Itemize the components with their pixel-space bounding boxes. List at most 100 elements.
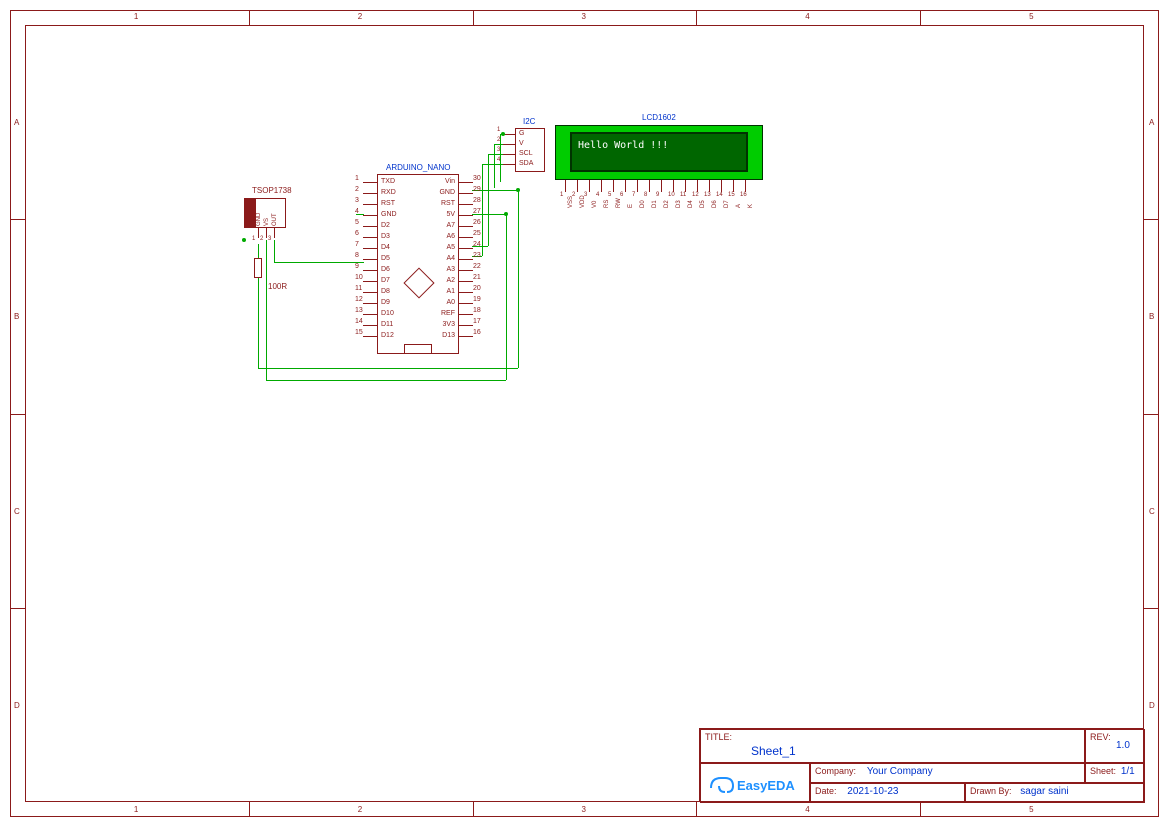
ard-r-name-8: A3 xyxy=(446,266,455,273)
lcd-pinname-7: D1 xyxy=(652,200,658,208)
lcd-pinname-9: D3 xyxy=(676,200,682,208)
ruler-left-B: B xyxy=(14,312,19,321)
lcd-pinname-8: D2 xyxy=(664,200,670,208)
lcd-num-4: 5 xyxy=(608,192,611,198)
i2c-name-3: SDA xyxy=(519,160,533,167)
ard-l-stub-8 xyxy=(363,270,377,271)
ruler-bottom-3: 3 xyxy=(582,805,586,814)
ard-r-num-14: 16 xyxy=(473,329,481,336)
w-out-v xyxy=(274,240,275,262)
lcd-pinname-10: D4 xyxy=(688,200,694,208)
ard-r-num-0: 30 xyxy=(473,175,481,182)
w-gnd-v2 xyxy=(518,190,519,368)
ard-l-stub-3 xyxy=(363,215,377,216)
ard-l-name-11: D9 xyxy=(381,299,390,306)
tb-title-cell: TITLE: Sheet_1 xyxy=(700,729,1085,763)
tb-date-label: Date: xyxy=(815,786,837,796)
w-5v-h1 xyxy=(266,380,506,381)
tsop-pin2-label: VS xyxy=(264,218,270,226)
lcd-stub-12 xyxy=(709,180,710,192)
ard-l-name-12: D10 xyxy=(381,310,394,317)
lcd-stub-10 xyxy=(685,180,686,192)
i2c-stub-1 xyxy=(503,144,515,145)
ard-r-name-6: A5 xyxy=(446,244,455,251)
ard-l-stub-7 xyxy=(363,259,377,260)
ruler-bottom-5: 5 xyxy=(1029,805,1033,814)
titleblock: TITLE: Sheet_1 REV: 1.0 EasyEDA Company:… xyxy=(699,728,1144,802)
ard-l-name-3: GND xyxy=(381,211,397,218)
tb-logo-cell: EasyEDA xyxy=(700,763,810,803)
ard-l-stub-4 xyxy=(363,226,377,227)
ruler-top-2: 2 xyxy=(358,12,362,21)
ard-r-stub-14 xyxy=(459,336,473,337)
lcd-num-13: 14 xyxy=(716,192,723,198)
ard-r-stub-13 xyxy=(459,325,473,326)
resistor-value: 100R xyxy=(268,282,287,291)
lcd-stub-13 xyxy=(721,180,722,192)
ard-r-stub-11 xyxy=(459,303,473,304)
ard-l-name-6: D4 xyxy=(381,244,390,251)
ard-l-num-11: 12 xyxy=(355,296,363,303)
tick-right-3 xyxy=(1144,608,1158,609)
ruler-left-C: C xyxy=(14,507,20,516)
lcd-num-8: 9 xyxy=(656,192,659,198)
tb-drawn-value: sagar saini xyxy=(1020,786,1068,797)
ard-l-name-13: D11 xyxy=(381,321,393,328)
i2c-num-0: 1 xyxy=(497,127,500,133)
ard-l-num-7: 8 xyxy=(355,252,359,259)
tick-top-2 xyxy=(473,11,474,25)
arduino-usb xyxy=(404,344,432,354)
lcd-num-15: 16 xyxy=(740,192,747,198)
tsop-pin3-num: 3 xyxy=(268,236,271,242)
tb-drawn-label: Drawn By: xyxy=(970,786,1012,796)
ard-l-num-0: 1 xyxy=(355,175,359,182)
ard-r-name-14: D13 xyxy=(442,332,455,339)
i2c-name-1: V xyxy=(519,140,524,147)
ard-r-num-12: 18 xyxy=(473,307,481,314)
ard-r-name-7: A4 xyxy=(446,255,455,262)
ard-r-num-9: 21 xyxy=(473,274,481,281)
ard-r-stub-12 xyxy=(459,314,473,315)
tb-date-cell: Date: 2021-10-23 xyxy=(810,783,965,803)
tsop-name: TSOP1738 xyxy=(252,186,292,195)
lcd-stub-5 xyxy=(625,180,626,192)
tick-bot-4 xyxy=(920,802,921,816)
tb-sheet-label: Sheet: xyxy=(1090,766,1116,776)
tick-bot-3 xyxy=(696,802,697,816)
ard-l-num-2: 3 xyxy=(355,197,359,204)
lcd-num-5: 6 xyxy=(620,192,623,198)
lcd-pinname-6: D0 xyxy=(640,200,646,208)
w-gnd-v1 xyxy=(258,292,259,368)
lcd-num-7: 8 xyxy=(644,192,647,198)
tsop-pin1-stub xyxy=(258,228,259,238)
ard-r-name-1: GND xyxy=(439,189,455,196)
ard-r-num-5: 25 xyxy=(473,230,481,237)
ard-l-stub-13 xyxy=(363,325,377,326)
lcd-pinname-13: D7 xyxy=(724,200,730,208)
ard-r-stub-8 xyxy=(459,270,473,271)
lcd-stub-0 xyxy=(565,180,566,192)
ard-r-name-12: REF xyxy=(441,310,455,317)
w-scl-v1 xyxy=(488,154,489,246)
ard-r-name-13: 3V3 xyxy=(443,321,455,328)
ard-l-name-8: D6 xyxy=(381,266,390,273)
tick-top-3 xyxy=(696,11,697,25)
i2c-name-0: G xyxy=(519,130,524,137)
ard-r-stub-10 xyxy=(459,292,473,293)
ard-r-stub-9 xyxy=(459,281,473,282)
ard-r-stub-4 xyxy=(459,226,473,227)
lcd-num-3: 4 xyxy=(596,192,599,198)
ard-l-stub-12 xyxy=(363,314,377,315)
ard-r-stub-2 xyxy=(459,204,473,205)
w-5v-v0 xyxy=(266,298,267,380)
ard-r-name-2: RST xyxy=(441,200,455,207)
ard-l-stub-6 xyxy=(363,248,377,249)
ard-r-name-5: A6 xyxy=(446,233,455,240)
lcd-num-11: 12 xyxy=(692,192,699,198)
tb-sheet-value: 1/1 xyxy=(1121,766,1135,777)
i2c-num-1: 2 xyxy=(497,137,500,143)
ard-l-stub-14 xyxy=(363,336,377,337)
ard-r-num-10: 20 xyxy=(473,285,481,292)
lcd-pinname-12: D6 xyxy=(712,200,718,208)
tb-drawn-cell: Drawn By: sagar saini xyxy=(965,783,1145,803)
